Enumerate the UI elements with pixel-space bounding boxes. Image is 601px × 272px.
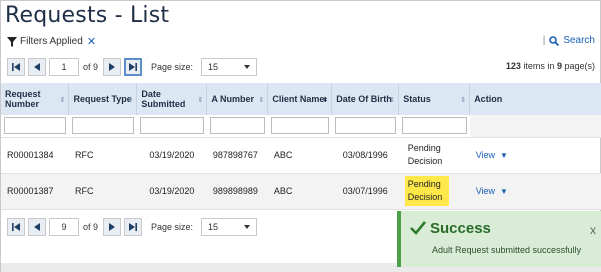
column-header-a-number[interactable]: A Number ⇕ xyxy=(206,83,269,115)
prev-page-button[interactable] xyxy=(28,58,46,76)
page-size-label: Page size: xyxy=(151,62,194,72)
items-count-info: 123 items in 9 page(s) xyxy=(506,61,595,71)
pages-count: 9 xyxy=(556,61,562,71)
column-header-status[interactable]: Status ⇕ xyxy=(398,83,471,115)
cell-request-type: RFC xyxy=(68,173,137,210)
next-page-icon xyxy=(109,223,116,231)
filter-input-a-number[interactable] xyxy=(209,117,265,135)
clear-filters-icon[interactable]: ✕ xyxy=(87,35,96,48)
status-badge: Pending Decision xyxy=(407,143,443,166)
status-badge: Pending Decision xyxy=(404,176,449,206)
filters-bar: Filters Applied ✕ | Search xyxy=(7,35,595,51)
search-icon[interactable] xyxy=(549,35,560,46)
column-header-request-number[interactable]: Request Number ⇕ xyxy=(1,83,70,115)
column-header-client-name[interactable]: Client Name ⬍ xyxy=(267,83,333,115)
page-number-input[interactable]: 1 xyxy=(49,58,79,76)
items-count: 123 xyxy=(505,61,521,71)
sort-desc-icon: ⬍ xyxy=(322,97,329,104)
filter-input-request-type[interactable] xyxy=(71,117,134,135)
filter-cell-action xyxy=(469,115,601,138)
app-frame: Requests - List Filters Applied ✕ | Sear… xyxy=(0,0,601,272)
chevron-down-icon[interactable]: ▼ xyxy=(500,151,508,160)
sort-icon: ⇕ xyxy=(127,97,134,104)
sort-icon: ⇕ xyxy=(258,97,265,104)
page-of-label: of 9 xyxy=(83,62,99,72)
last-page-icon xyxy=(129,63,138,71)
cell-status: Pending Decision xyxy=(398,173,470,210)
cell-client-name: ABC xyxy=(267,173,332,210)
chevron-down-icon[interactable]: ▼ xyxy=(500,187,508,196)
checkmark-icon xyxy=(410,221,427,235)
page-size-select[interactable]: 15 xyxy=(201,58,258,76)
view-link[interactable]: View xyxy=(476,186,495,196)
last-page-icon xyxy=(129,223,138,231)
filter-input-date-submitted[interactable] xyxy=(139,117,204,135)
success-toast: Success Adult Request submitted successf… xyxy=(397,211,601,267)
pager-bottom: 9 of 9 Page size: 15 xyxy=(7,216,387,238)
cell-a-number: 987898767 xyxy=(206,137,268,174)
column-header-date-of-birth[interactable]: Date Of Birth ⇕ xyxy=(331,83,400,115)
page-number-input[interactable]: 9 xyxy=(49,218,79,236)
close-icon[interactable]: x xyxy=(590,223,596,237)
filter-input-date-of-birth[interactable] xyxy=(334,117,396,135)
cell-request-number: R00001384 xyxy=(1,137,69,174)
prev-page-button[interactable] xyxy=(28,218,46,236)
sort-icon: ⇕ xyxy=(197,97,204,104)
page-size-select[interactable]: 15 xyxy=(201,218,258,236)
cell-date-submitted: 03/19/2020 xyxy=(136,137,207,174)
sort-icon: ⇕ xyxy=(460,97,467,104)
table-row[interactable]: R00001384 RFC 03/19/2020 987898767 ABC 0… xyxy=(1,137,601,174)
chevron-down-icon xyxy=(244,65,251,69)
toolbar-divider: | xyxy=(542,35,546,46)
cell-request-number: R00001387 xyxy=(1,173,69,210)
requests-table: Request Number ⇕ Request Type ⇕ Date Submi… xyxy=(1,83,601,210)
prev-page-icon xyxy=(34,63,40,71)
cell-date-of-birth: 03/07/1996 xyxy=(331,173,399,210)
column-header-action: Action xyxy=(469,83,601,115)
sort-icon: ⇕ xyxy=(59,97,66,104)
page-of-label: of 9 xyxy=(83,222,99,232)
search-link[interactable]: Search xyxy=(563,35,595,46)
filter-input-request-number[interactable] xyxy=(4,117,66,135)
filters-applied-label: Filters Applied xyxy=(20,36,83,47)
column-header-date-submitted[interactable]: Date Submitted ⇕ xyxy=(136,83,208,115)
cell-date-submitted: 03/19/2020 xyxy=(136,173,207,210)
items-in-label: items in xyxy=(523,61,555,71)
cell-date-of-birth: 03/08/1996 xyxy=(331,137,399,174)
first-page-icon xyxy=(12,223,20,231)
cell-action: View ▼ xyxy=(469,173,601,210)
page-size-label: Page size: xyxy=(151,222,194,232)
filter-icon[interactable] xyxy=(7,36,17,47)
page-size-value: 15 xyxy=(208,62,219,72)
cell-action: View ▼ xyxy=(469,137,601,174)
pager-top: 1 of 9 Page size: 15 123 items in 9 page… xyxy=(7,56,595,78)
cell-request-type: RFC xyxy=(68,137,137,174)
table-row[interactable]: R00001387 RFC 03/19/2020 989898989 ABC 0… xyxy=(1,173,601,210)
pages-suffix: page(s) xyxy=(564,61,595,71)
last-page-button[interactable] xyxy=(124,218,143,236)
column-header-request-type[interactable]: Request Type ⇕ xyxy=(68,83,138,115)
cell-a-number: 989898989 xyxy=(206,173,268,210)
toast-message: Adult Request submitted successfully xyxy=(432,245,582,255)
sort-icon: ⇕ xyxy=(389,97,396,104)
first-page-button[interactable] xyxy=(7,218,25,236)
chevron-down-icon xyxy=(244,225,251,229)
next-page-button[interactable] xyxy=(103,218,122,236)
first-page-icon xyxy=(12,63,20,71)
page-size-value: 15 xyxy=(208,222,219,232)
last-page-button[interactable] xyxy=(124,58,143,76)
cell-client-name: ABC xyxy=(267,137,332,174)
next-page-icon xyxy=(109,63,116,71)
prev-page-icon xyxy=(34,223,40,231)
toast-title: Success xyxy=(430,220,491,237)
next-page-button[interactable] xyxy=(103,58,122,76)
page-title: Requests - List xyxy=(5,3,170,28)
filter-input-client-name[interactable] xyxy=(270,117,329,135)
first-page-button[interactable] xyxy=(7,58,25,76)
table-header-row: Request Number ⇕ Request Type ⇕ Date Submi… xyxy=(1,83,601,115)
filter-input-status[interactable] xyxy=(401,117,467,135)
view-link[interactable]: View xyxy=(476,150,495,160)
cell-status: Pending Decision xyxy=(398,137,470,174)
filter-row xyxy=(1,115,601,138)
